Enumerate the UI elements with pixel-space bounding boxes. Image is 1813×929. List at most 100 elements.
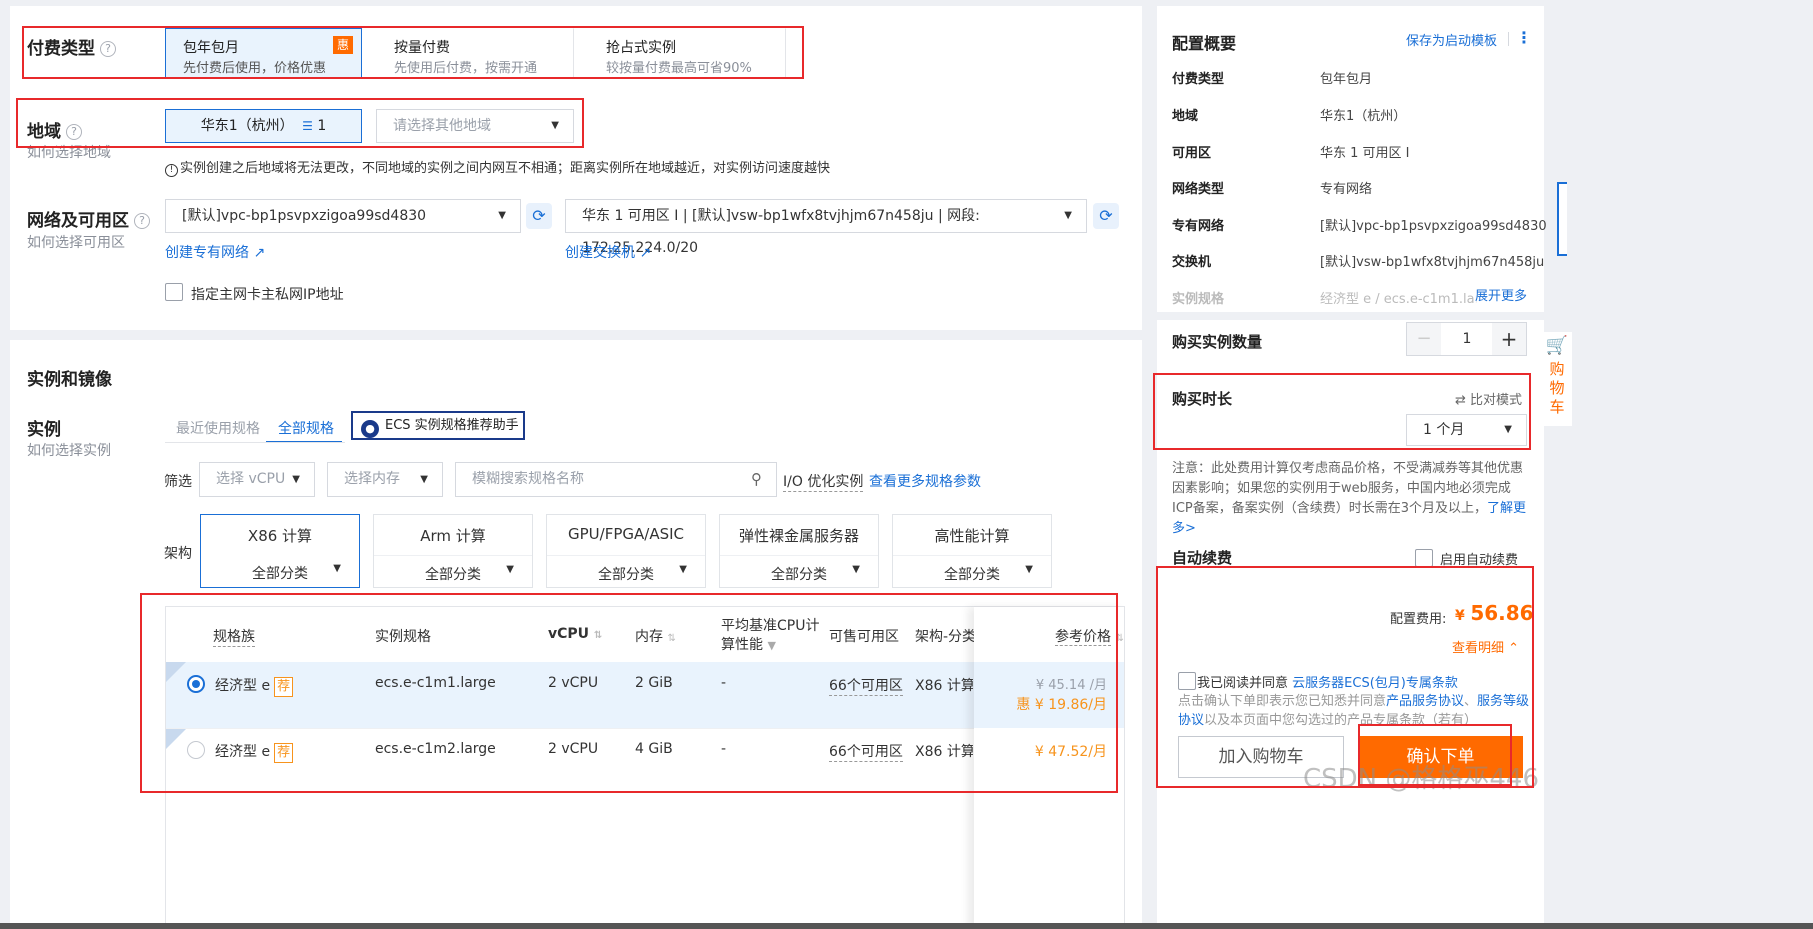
info-icon: ! xyxy=(165,164,178,177)
col-arch: 架构-分类 xyxy=(915,629,977,645)
summary-value: 包年包月 xyxy=(1320,72,1373,87)
help-icon[interactable]: ? xyxy=(134,213,150,229)
swap-icon: ⇄ xyxy=(1455,393,1466,408)
col-family: 规格族 xyxy=(213,626,255,647)
watermark: CSDN @格格巫446 xyxy=(1303,764,1540,794)
arch-hpc[interactable]: 高性能计算 全部分类 ▼ xyxy=(892,514,1052,588)
billing-option-payg[interactable]: 按量付费 先使用后付费，按需开通 xyxy=(376,28,574,78)
help-icon[interactable]: ? xyxy=(100,41,116,57)
row-radio[interactable] xyxy=(187,741,205,759)
quantity-stepper[interactable]: − 1 + xyxy=(1406,322,1527,356)
row-price: ¥ 47.52/月 xyxy=(1034,744,1107,760)
arch-baremetal[interactable]: 弹性裸金属服务器 全部分类 ▼ xyxy=(719,514,879,588)
summary-value: 专有网络 xyxy=(1320,182,1373,197)
agree-terms-checkbox[interactable] xyxy=(1178,672,1196,690)
refresh-icon[interactable]: ⟳ xyxy=(1093,203,1119,229)
vpc-select[interactable]: [默认]vpc-bp1psvpxzigoa99sd4830 ▼ xyxy=(165,199,521,233)
arch-arm[interactable]: Arm 计算 全部分类 ▼ xyxy=(373,514,533,588)
summary-key: 地域 xyxy=(1172,109,1199,124)
arch-gpu[interactable]: GPU/FPGA/ASIC 全部分类 ▼ xyxy=(546,514,706,588)
arch-x86[interactable]: X86 计算 全部分类 ▼ xyxy=(200,514,360,588)
summary-value: 华东 1 可用区 I xyxy=(1320,146,1410,161)
chevron-down-icon: ▼ xyxy=(1064,210,1072,221)
more-spec-params-link[interactable]: 查看更多规格参数 xyxy=(869,471,981,491)
compare-mode-toggle[interactable]: ⇄ 比对模式 xyxy=(1455,389,1522,408)
col-cpu-perf[interactable]: 平均基准CPU计算性能 ▼ xyxy=(721,617,827,655)
region-selected-button[interactable]: 华东1（杭州） ☰ 1 xyxy=(165,109,362,143)
chevron-down-icon: ▼ xyxy=(1025,564,1033,575)
row-zones[interactable]: 66个可用区 xyxy=(829,741,903,762)
confirm-note: 点击确认下单即表示您已知悉并同意产品服务协议、服务等级协议以及本页面中您勾选过的… xyxy=(1178,694,1530,728)
spec-search-input[interactable]: 模糊搜索规格名称 ⚲ xyxy=(455,462,777,497)
network-label: 网络及可用区? xyxy=(27,206,150,231)
row-radio-selected[interactable] xyxy=(187,675,205,693)
row-vcpu: 2 vCPU xyxy=(548,741,599,757)
chevron-down-icon: ▼ xyxy=(506,564,514,575)
io-optimized-filter[interactable]: I/O 优化实例 xyxy=(783,471,864,492)
minus-icon[interactable]: − xyxy=(1407,323,1441,355)
refresh-icon[interactable]: ⟳ xyxy=(526,203,552,229)
duration-label: 购买时长 xyxy=(1172,390,1233,408)
create-vswitch-link[interactable]: 创建交换机 ↗ xyxy=(565,242,651,262)
row-zones[interactable]: 66个可用区 xyxy=(829,675,903,696)
billing-option-spot[interactable]: 抢占式实例 较按量付费最高可省90% xyxy=(588,28,786,78)
instance-section-title: 实例和镜像 xyxy=(27,370,112,390)
auto-renew-label: 自动续费 xyxy=(1172,549,1233,567)
horizontal-scrollbar[interactable] xyxy=(0,923,1813,929)
service-agreement-link[interactable]: 产品服务协议 xyxy=(1386,694,1464,709)
other-region-select[interactable]: 请选择其他地域 ▼ xyxy=(376,109,574,143)
spec-assistant-button[interactable]: ● ECS 实例规格推荐助手 xyxy=(351,411,525,440)
recommend-badge: 荐 xyxy=(274,677,294,697)
region-help-link[interactable]: 如何选择地域 xyxy=(27,142,111,162)
row-memory: 4 GiB xyxy=(635,741,673,757)
zone-help-link[interactable]: 如何选择可用区 xyxy=(27,232,125,252)
side-tab[interactable] xyxy=(1557,182,1567,256)
more-icon[interactable]: ⋮ xyxy=(1516,28,1532,47)
plus-icon[interactable]: + xyxy=(1492,323,1526,355)
chevron-down-icon: ▼ xyxy=(292,474,300,485)
pricing-notice: 注意：此处费用计算仅考虑商品价格，不受满减券等其他优惠因素影响；如果您的实例用于… xyxy=(1172,461,1527,536)
chevron-down-icon: ▼ xyxy=(1504,424,1512,435)
discount-badge: 惠 xyxy=(333,36,353,54)
summary-value: [默认]vpc-bp1psvpxzigoa99sd4830 xyxy=(1320,219,1547,234)
row-price-original: ¥ 45.14 /月 xyxy=(1035,678,1107,693)
billing-option-title: 按量付费 xyxy=(394,40,450,56)
fee-detail-link[interactable]: 查看明细 ⌃ xyxy=(1452,637,1519,656)
col-memory[interactable]: 内存 ⇅ xyxy=(635,626,676,646)
billing-option-subscription[interactable]: 包年包月 先付费后使用，价格优惠 惠 xyxy=(165,28,362,78)
instance-label: 实例 xyxy=(27,420,61,440)
vswitch-select[interactable]: 华东 1 可用区 I | [默认]vsw-bp1wfx8tvjhjm67n458… xyxy=(565,199,1087,256)
summary-key: 付费类型 xyxy=(1172,72,1225,87)
auto-renew-checkbox[interactable] xyxy=(1415,549,1433,567)
filter-icon: ▼ xyxy=(767,639,776,652)
col-vcpu[interactable]: vCPU ⇅ xyxy=(548,626,602,642)
row-corner-icon xyxy=(166,662,186,682)
col-price[interactable]: 参考价格 ⇅ xyxy=(1055,626,1124,646)
vcpu-select[interactable]: 选择 vCPU ▼ xyxy=(199,462,315,497)
terms-link[interactable]: 云服务器ECS(包月)专属条款 xyxy=(1292,676,1458,691)
memory-select[interactable]: 选择内存 ▼ xyxy=(327,462,443,497)
row-spec: ecs.e-c1m1.large xyxy=(375,675,496,691)
expand-more-link[interactable]: 展开更多 xyxy=(1475,285,1528,304)
tab-recent-specs[interactable]: 最近使用规格 xyxy=(176,418,260,438)
duration-select[interactable]: 1 个月 ▼ xyxy=(1406,414,1527,446)
floating-cart[interactable]: 🛒 购物车 xyxy=(1542,332,1572,426)
row-memory: 2 GiB xyxy=(635,675,673,691)
server-icon: ☰ xyxy=(302,119,313,133)
help-icon[interactable]: ? xyxy=(66,124,82,140)
row-arch: X86 计算- xyxy=(915,678,973,694)
tab-all-specs[interactable]: 全部规格 xyxy=(278,418,334,438)
summary-key: 实例规格 xyxy=(1172,292,1225,307)
quantity-value[interactable]: 1 xyxy=(1441,323,1493,355)
sort-icon: ⇅ xyxy=(667,633,676,644)
save-template-link[interactable]: 保存为启动模板 xyxy=(1406,30,1497,49)
chevron-down-icon: ▼ xyxy=(852,564,860,575)
private-ip-checkbox[interactable] xyxy=(165,283,183,301)
summary-title: 配置概要 xyxy=(1172,34,1237,53)
auto-renew-check-label: 启用自动续费 xyxy=(1440,553,1519,568)
create-vpc-link[interactable]: 创建专有网络 ↗ xyxy=(165,242,265,262)
external-link-icon: ↗ xyxy=(639,245,652,261)
instance-help-link[interactable]: 如何选择实例 xyxy=(27,440,111,460)
chevron-down-icon: ▼ xyxy=(679,564,687,575)
billing-option-desc: 先使用后付费，按需开通 xyxy=(394,61,538,76)
